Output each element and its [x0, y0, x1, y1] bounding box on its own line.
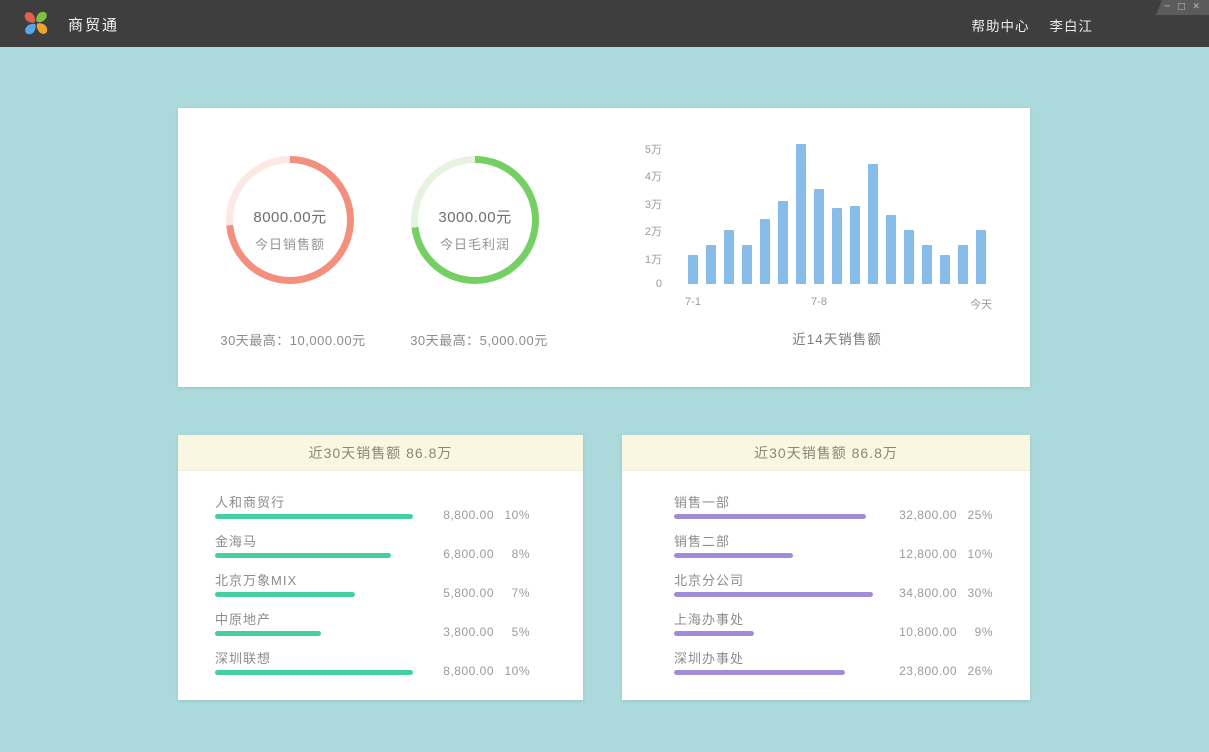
bar-chart-title: 近14天销售额 [688, 328, 986, 348]
sales-bar [940, 255, 950, 284]
today-sales-value: 8000.00元 [226, 206, 354, 227]
help-center-link[interactable]: 帮助中心 [972, 15, 1030, 35]
sales-bar [688, 255, 698, 284]
item-amount: 23,800.00 [877, 664, 957, 678]
item-progress-bar [215, 553, 391, 558]
item-progress-bar [674, 553, 793, 558]
sales-14day-bar-chart [688, 144, 986, 284]
item-progress-bar [215, 592, 355, 597]
item-percent: 26% [957, 664, 993, 678]
minimize-button[interactable]: ─ [1165, 3, 1170, 12]
item-amount: 8,800.00 [414, 664, 494, 678]
item-amount: 5,800.00 [414, 586, 494, 600]
item-percent: 25% [957, 508, 993, 522]
sales-bar [796, 144, 806, 284]
item-percent: 5% [494, 625, 530, 639]
sales-bar [850, 206, 860, 284]
sales-bar [868, 164, 878, 284]
window-controls: ─ □ ✕ [1151, 0, 1209, 15]
item-amount: 34,800.00 [877, 586, 957, 600]
sales-bar [904, 230, 914, 284]
sales-bar [886, 215, 896, 284]
list-item[interactable]: 北京万象MIX5,800.007% [215, 570, 583, 597]
item-progress-bar [674, 514, 866, 519]
item-progress-bar [215, 670, 413, 675]
profit-30day-max-note: 30天最高：5,000.00元 [364, 330, 594, 349]
item-percent: 9% [957, 625, 993, 639]
sales-bar [976, 230, 986, 284]
sales-bar [958, 245, 968, 284]
titlebar: 商贸通 帮助中心 李白江 ─ □ ✕ [0, 0, 1209, 47]
item-progress-bar [674, 631, 754, 636]
maximize-button[interactable]: □ [1177, 3, 1186, 12]
item-percent: 8% [494, 547, 530, 561]
x-axis-tick: 今天 [970, 296, 992, 312]
sales-bar [742, 245, 752, 284]
x-axis-tick: 7-1 [685, 296, 701, 308]
customer-card-title: 近30天销售额 86.8万 [178, 435, 583, 471]
overview-card: 8000.00元 今日销售额 3000.00元 今日毛利润 30天最高：10,0… [178, 108, 1030, 387]
item-percent: 10% [494, 508, 530, 522]
list-item[interactable]: 上海办事处10,800.009% [674, 609, 1030, 636]
x-axis-tick: 7-8 [811, 296, 827, 308]
list-item[interactable]: 北京分公司34,800.0030% [674, 570, 1030, 597]
close-button[interactable]: ✕ [1192, 3, 1200, 12]
list-item[interactable]: 人和商贸行8,800.0010% [215, 492, 583, 519]
sales-bar [832, 208, 842, 284]
list-item[interactable]: 中原地产3,800.005% [215, 609, 583, 636]
department-list: 销售一部32,800.0025% 销售二部12,800.0010% 北京分公司34,… [674, 470, 1030, 687]
item-amount: 32,800.00 [877, 508, 957, 522]
item-amount: 6,800.00 [414, 547, 494, 561]
today-sales-label: 今日销售额 [226, 234, 354, 253]
sales-bar [778, 201, 788, 284]
today-sales-donut-chart: 8000.00元 今日销售额 [226, 156, 354, 284]
y-axis-tick: 1万 [610, 251, 662, 267]
sales-bar [706, 245, 716, 284]
sales-bar [724, 230, 734, 284]
today-profit-value: 3000.00元 [411, 206, 539, 227]
item-amount: 10,800.00 [877, 625, 957, 639]
sales-bar [760, 219, 770, 284]
list-item[interactable]: 销售二部12,800.0010% [674, 531, 1030, 558]
username-menu[interactable]: 李白江 [1050, 15, 1094, 35]
department-sales-card: 近30天销售额 86.8万 销售一部32,800.0025% 销售二部12,800… [622, 435, 1030, 700]
list-item[interactable]: 金海马6,800.008% [215, 531, 583, 558]
item-percent: 10% [494, 664, 530, 678]
customer-list: 人和商贸行8,800.0010% 金海马6,800.008% 北京万象MIX5,80… [215, 470, 583, 687]
list-item[interactable]: 销售一部32,800.0025% [674, 492, 1030, 519]
item-progress-bar [215, 631, 321, 636]
item-percent: 10% [957, 547, 993, 561]
item-amount: 8,800.00 [414, 508, 494, 522]
list-item[interactable]: 深圳办事处23,800.0026% [674, 648, 1030, 675]
department-card-title: 近30天销售额 86.8万 [622, 435, 1030, 471]
item-progress-bar [674, 592, 873, 597]
y-axis-tick: 3万 [610, 196, 662, 212]
item-amount: 3,800.00 [414, 625, 494, 639]
y-axis-tick: 2万 [610, 223, 662, 239]
y-axis-tick: 5万 [610, 141, 662, 157]
item-percent: 7% [494, 586, 530, 600]
sales-bar [922, 245, 932, 284]
app-title: 商贸通 [68, 14, 119, 35]
item-progress-bar [215, 514, 413, 519]
sales-bar [814, 189, 824, 284]
app-logo-icon [22, 9, 50, 37]
item-amount: 12,800.00 [877, 547, 957, 561]
item-progress-bar [674, 670, 845, 675]
today-profit-donut-chart: 3000.00元 今日毛利润 [411, 156, 539, 284]
customer-sales-card: 近30天销售额 86.8万 人和商贸行8,800.0010% 金海马6,800.0… [178, 435, 583, 700]
y-axis-tick: 4万 [610, 168, 662, 184]
item-percent: 30% [957, 586, 993, 600]
y-axis-tick: 0 [610, 278, 662, 290]
list-item[interactable]: 深圳联想8,800.0010% [215, 648, 583, 675]
today-profit-label: 今日毛利润 [411, 234, 539, 253]
